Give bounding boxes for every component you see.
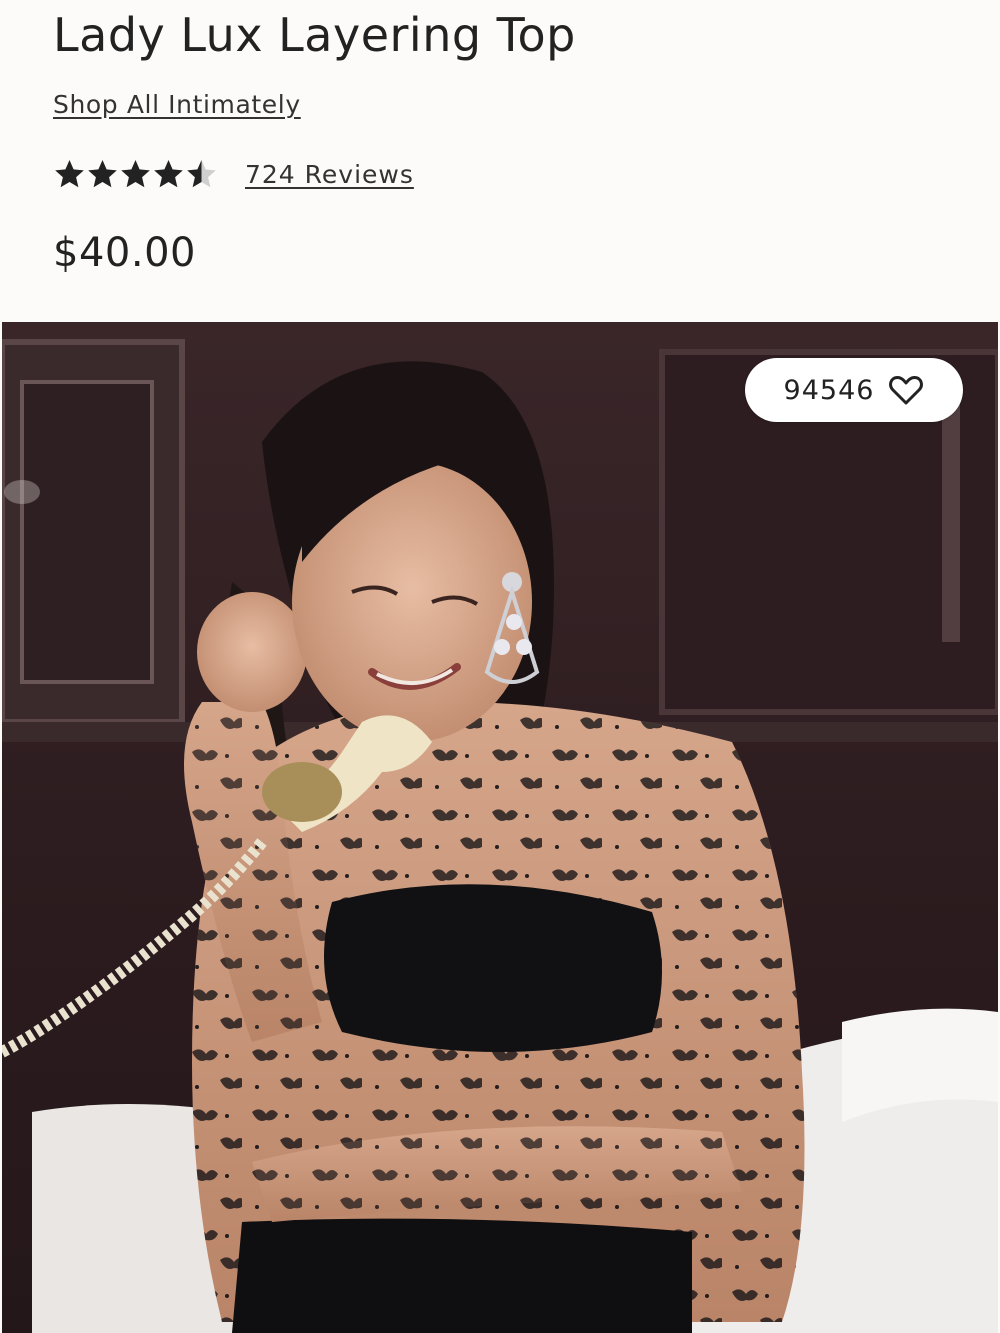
product-detail-page: Lady Lux Layering Top Shop All Intimatel… bbox=[0, 0, 1000, 1333]
product-title: Lady Lux Layering Top bbox=[53, 8, 576, 62]
shop-all-link[interactable]: Shop All Intimately bbox=[53, 90, 301, 119]
heart-outline-icon bbox=[889, 376, 924, 405]
star-icon bbox=[55, 159, 84, 187]
product-price: $40.00 bbox=[53, 230, 196, 276]
star-icon bbox=[154, 159, 183, 187]
star-icon bbox=[88, 159, 117, 187]
star-icon bbox=[187, 159, 216, 187]
favorite-button[interactable]: 94546 bbox=[745, 358, 963, 422]
product-header: Lady Lux Layering Top Shop All Intimatel… bbox=[0, 0, 1000, 322]
product-photo-illustration bbox=[2, 322, 998, 1333]
star-icon bbox=[121, 159, 150, 187]
favorite-count: 94546 bbox=[783, 374, 875, 406]
rating-row: 724 Reviews bbox=[53, 154, 414, 194]
star-rating bbox=[53, 158, 218, 191]
reviews-link[interactable]: 724 Reviews bbox=[245, 160, 414, 189]
product-image[interactable]: 94546 bbox=[2, 322, 998, 1333]
